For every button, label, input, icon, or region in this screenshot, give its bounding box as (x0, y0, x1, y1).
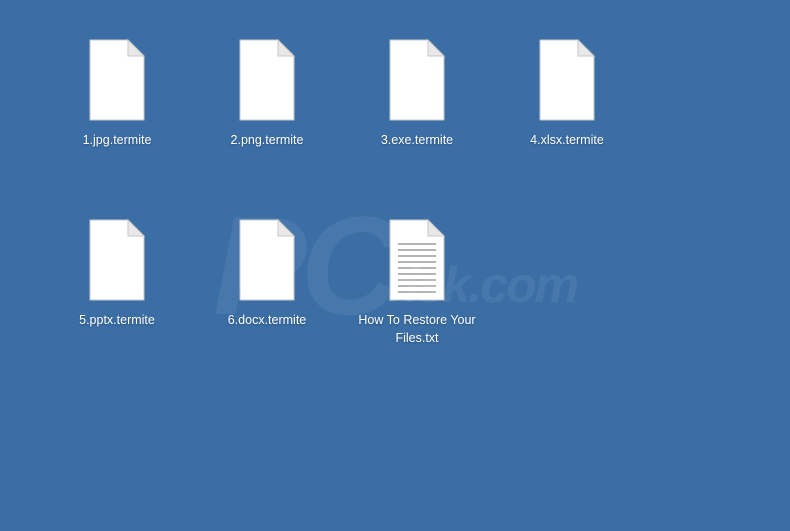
desktop-file-item[interactable]: How To Restore Your Files.txt (342, 215, 492, 395)
file-label: 3.exe.termite (381, 131, 453, 149)
file-label: 6.docx.termite (228, 311, 307, 329)
file-label: 2.png.termite (231, 131, 304, 149)
file-label: 5.pptx.termite (79, 311, 155, 329)
text-file-icon (381, 215, 453, 305)
desktop-area: 1.jpg.termite 2.png.termite 3.exe.termit… (0, 0, 790, 395)
desktop-file-item[interactable]: 1.jpg.termite (42, 35, 192, 215)
file-label: 1.jpg.termite (83, 131, 152, 149)
blank-file-icon (381, 35, 453, 125)
file-label: 4.xlsx.termite (530, 131, 604, 149)
desktop-file-item[interactable]: 3.exe.termite (342, 35, 492, 215)
blank-file-icon (531, 35, 603, 125)
blank-file-icon (81, 215, 153, 305)
desktop-file-item[interactable]: 2.png.termite (192, 35, 342, 215)
blank-file-icon (231, 215, 303, 305)
blank-file-icon (231, 35, 303, 125)
desktop-file-item[interactable]: 5.pptx.termite (42, 215, 192, 395)
desktop-file-item[interactable]: 4.xlsx.termite (492, 35, 642, 215)
desktop-file-item[interactable]: 6.docx.termite (192, 215, 342, 395)
file-label: How To Restore Your Files.txt (347, 311, 487, 347)
blank-file-icon (81, 35, 153, 125)
